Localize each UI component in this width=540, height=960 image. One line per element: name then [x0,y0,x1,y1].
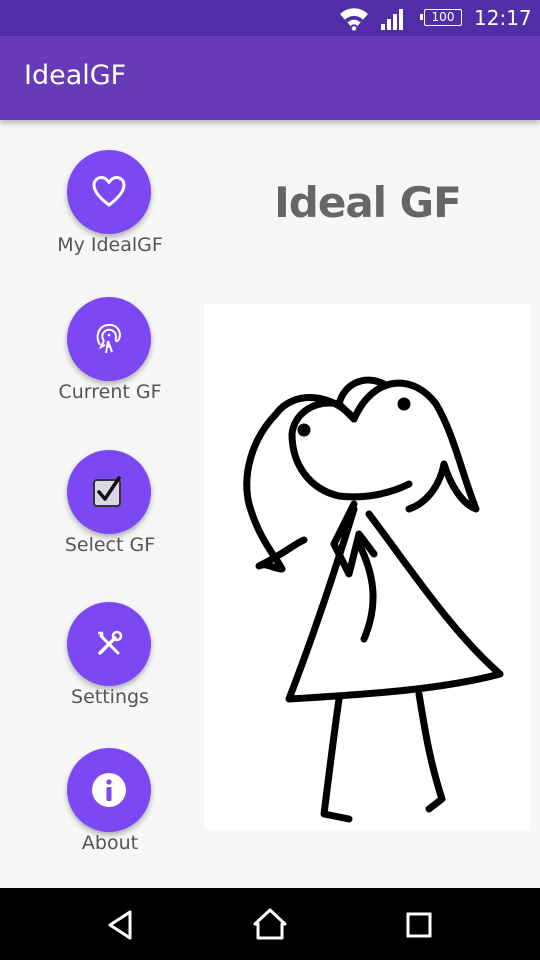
about-button[interactable] [67,748,151,832]
menu-item-label: Settings [71,686,149,708]
checkbox-icon [93,476,121,507]
home-icon[interactable] [252,906,288,942]
clock: 12:17 [474,6,532,30]
stick-figure-drawing [204,304,530,830]
battery-icon: 100 [420,9,462,26]
recents-icon[interactable] [404,910,434,940]
menu-item-label: About [81,832,139,854]
menu-item-label: Current GF [58,381,162,403]
app-title: IdealGF [24,60,127,91]
signal-icon [381,9,403,30]
back-icon[interactable] [104,908,136,942]
select-gf-button[interactable] [67,450,151,534]
current-gf-button[interactable] [67,297,151,381]
wifi-icon [340,8,368,31]
menu-item-my-idealgf[interactable]: My IdealGF [40,150,180,275]
heart-icon [92,176,126,207]
my-idealgf-button[interactable] [67,150,151,234]
status-bar: 100 12:17 [0,0,540,36]
menu-item-about[interactable]: About [40,748,180,873]
info-icon [92,773,126,807]
settings-button[interactable] [67,602,151,686]
menu-item-current-gf[interactable]: Current GF [40,297,180,422]
girl-face-icon [96,323,121,354]
page-heading: Ideal GF [274,178,462,227]
app-bar: IdealGF [0,36,540,120]
navigation-bar [0,888,540,960]
menu-item-label: Select GF [64,534,156,556]
battery-level: 100 [431,10,455,24]
menu-item-settings[interactable]: Settings [40,602,180,727]
stick-figure-girl-image [243,376,504,823]
menu-item-select-gf[interactable]: Select GF [40,450,180,575]
tools-icon [98,630,123,655]
menu-item-label: My IdealGF [57,234,163,256]
